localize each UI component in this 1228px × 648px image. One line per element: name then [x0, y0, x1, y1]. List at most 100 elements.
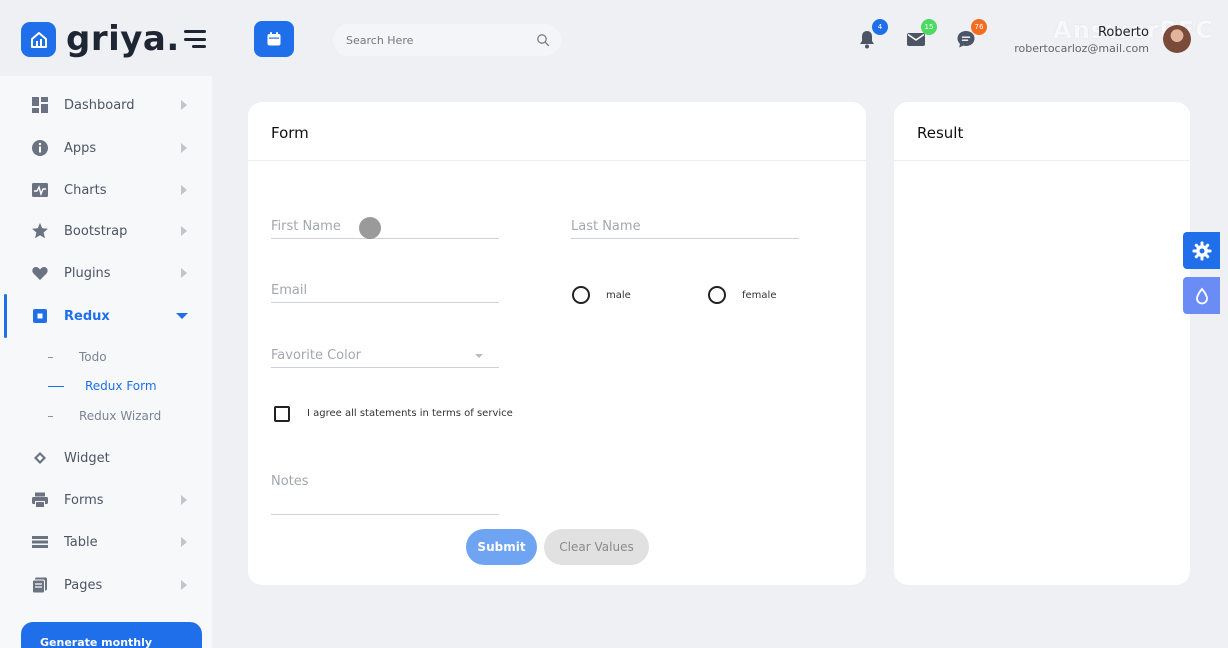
droplet-icon — [1195, 287, 1208, 304]
chevron-right-icon — [181, 100, 187, 110]
dashboard-icon — [31, 96, 49, 114]
radio-label: male — [606, 289, 631, 301]
chevron-right-icon — [181, 185, 187, 195]
sidebar-item-label: Widget — [64, 450, 110, 466]
chevron-right-icon — [181, 268, 187, 278]
printer-icon — [31, 491, 49, 509]
sub-dash — [48, 416, 53, 417]
gender-radio-male[interactable]: male — [572, 286, 631, 304]
sidebar-item-pages[interactable]: Pages — [0, 567, 212, 603]
sidebar-item-label: Bootstrap — [64, 223, 128, 239]
home-chart-icon — [30, 31, 47, 48]
search-bar — [333, 24, 561, 56]
active-indicator — [4, 294, 7, 338]
search-icon[interactable] — [536, 33, 550, 47]
chevron-down-icon — [475, 354, 483, 358]
chevron-right-icon — [181, 143, 187, 153]
star-icon — [31, 222, 49, 240]
chats-button[interactable]: 76 — [955, 19, 987, 50]
widget-icon — [31, 449, 49, 467]
chevron-down-icon — [176, 313, 188, 319]
sidebar-item-label: Redux — [64, 308, 110, 324]
sidebar-subitem-label: Redux Wizard — [79, 409, 162, 423]
first-name-field — [271, 213, 499, 239]
settings-button[interactable] — [1183, 232, 1220, 269]
email-input[interactable] — [271, 277, 499, 298]
sidebar-item-label: Table — [64, 534, 98, 550]
favorite-color-select[interactable] — [271, 342, 499, 368]
submit-button[interactable]: Submit — [466, 529, 537, 565]
email-field — [271, 277, 499, 303]
sidebar-item-label: Charts — [64, 182, 107, 198]
agree-label: I agree all statements in terms of servi… — [307, 408, 513, 419]
notifications-badge: 4 — [872, 19, 888, 35]
sub-dash — [48, 386, 64, 387]
last-name-field — [571, 213, 799, 239]
gender-radio-female[interactable]: female — [708, 286, 776, 304]
sidebar-item-charts[interactable]: Charts — [0, 172, 212, 208]
search-input[interactable] — [333, 24, 523, 56]
user-email: robertocarloz@mail.com — [1014, 42, 1149, 55]
calendar-icon — [267, 32, 281, 46]
sidebar-item-plugins[interactable]: Plugins — [0, 255, 212, 291]
sub-dash — [48, 357, 53, 358]
card-divider — [894, 160, 1190, 161]
agree-checkbox[interactable] — [274, 406, 290, 422]
radio-label: female — [742, 289, 777, 301]
gear-icon — [1192, 241, 1211, 260]
sidebar-item-label: Pages — [64, 577, 103, 593]
notifications-button[interactable]: 4 — [856, 19, 888, 50]
table-icon — [31, 533, 49, 551]
heart-icon — [31, 264, 49, 282]
card-divider — [248, 160, 866, 161]
form-title: Form — [271, 124, 309, 142]
notes-field — [271, 468, 499, 515]
sidebar: Dashboard Apps Charts Bootstrap Plugins — [0, 76, 212, 648]
chevron-right-icon — [181, 226, 187, 236]
radio-circle[interactable] — [572, 286, 590, 304]
first-name-input[interactable] — [271, 213, 499, 234]
notes-input[interactable] — [271, 468, 499, 508]
pages-icon — [31, 576, 49, 594]
logo-mark — [21, 22, 56, 57]
sidebar-item-label: Dashboard — [64, 97, 135, 113]
theme-color-button[interactable] — [1183, 277, 1220, 314]
sidebar-subitem-label: Todo — [79, 350, 107, 364]
promo-button[interactable]: Generate monthly — [21, 622, 202, 648]
favorite-color-input[interactable] — [271, 342, 499, 363]
chats-badge: 76 — [971, 19, 987, 35]
chart-icon — [31, 181, 49, 199]
messages-badge: 15 — [921, 19, 937, 35]
mouse-cursor — [359, 217, 381, 239]
result-card: Result — [894, 102, 1190, 585]
sidebar-subitem-label: Redux Form — [85, 379, 157, 393]
sidebar-item-bootstrap[interactable]: Bootstrap — [0, 213, 212, 249]
sidebar-item-widget[interactable]: Widget — [0, 440, 212, 476]
sidebar-subitem-redux-wizard[interactable]: Redux Wizard — [0, 406, 212, 428]
sidebar-item-label: Apps — [64, 140, 97, 156]
chevron-right-icon — [181, 537, 187, 547]
redux-icon — [31, 307, 49, 325]
avatar[interactable] — [1163, 25, 1191, 53]
form-card: Form male female I agree all statements … — [248, 102, 866, 585]
sidebar-item-redux[interactable]: Redux — [0, 294, 212, 338]
sidebar-item-table[interactable]: Table — [0, 524, 212, 560]
radio-circle[interactable] — [708, 286, 726, 304]
sidebar-subitem-todo[interactable]: Todo — [0, 347, 212, 369]
menu-toggle-icon[interactable] — [184, 30, 206, 48]
sidebar-item-apps[interactable]: Apps — [0, 130, 212, 166]
messages-button[interactable]: 15 — [905, 19, 937, 50]
sidebar-item-label: Plugins — [64, 265, 111, 281]
sidebar-subitem-redux-form[interactable]: Redux Form — [0, 376, 212, 398]
calendar-button[interactable] — [254, 21, 294, 57]
info-icon — [31, 139, 49, 157]
sidebar-item-dashboard[interactable]: Dashboard — [0, 87, 212, 123]
result-title: Result — [917, 124, 964, 142]
chevron-right-icon — [181, 580, 187, 590]
brand-name: griya. — [66, 19, 180, 59]
clear-values-button[interactable]: Clear Values — [544, 529, 649, 565]
sidebar-item-label: Forms — [64, 492, 104, 508]
sidebar-item-forms[interactable]: Forms — [0, 482, 212, 518]
user-name[interactable]: Roberto — [1098, 25, 1149, 40]
last-name-input[interactable] — [571, 213, 799, 234]
